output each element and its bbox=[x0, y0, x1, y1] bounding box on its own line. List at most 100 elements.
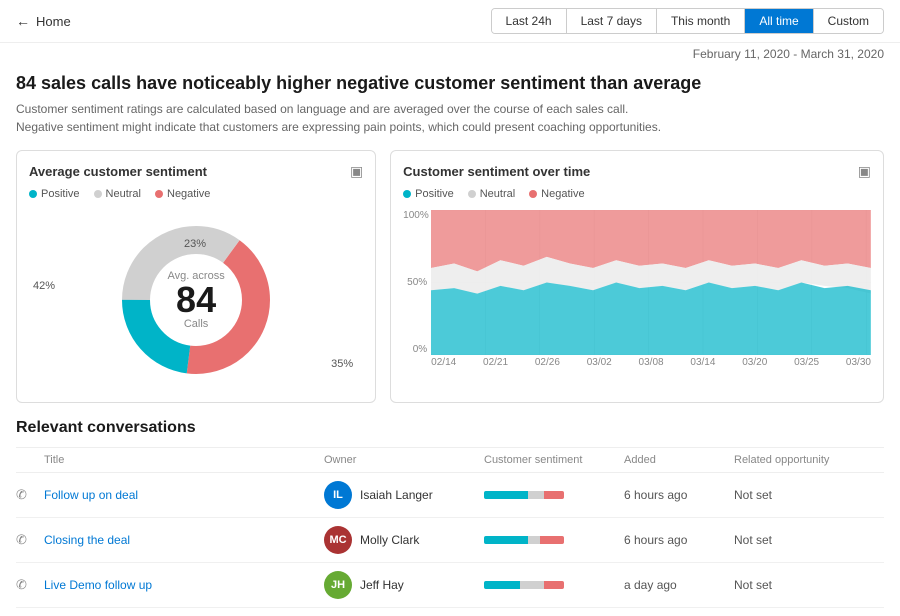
table-row[interactable]: ✆ Live Demo follow up JH Jeff Hay a day … bbox=[16, 563, 884, 608]
col-added-header: Added bbox=[624, 454, 734, 466]
donut-title-row: Average customer sentiment ▣ bbox=[29, 163, 363, 180]
sentiment-negative bbox=[540, 536, 564, 544]
row-added: 6 hours ago bbox=[624, 488, 734, 502]
area-legend-negative-label: Negative bbox=[541, 188, 584, 200]
legend-negative: Negative bbox=[155, 188, 210, 200]
subtitle-line1: Customer sentiment ratings are calculate… bbox=[16, 100, 884, 118]
negative-dot bbox=[155, 190, 163, 198]
area-legend-positive-label: Positive bbox=[415, 188, 454, 200]
time-filter-alltime[interactable]: All time bbox=[745, 9, 813, 33]
table-header: Title Owner Customer sentiment Added Rel… bbox=[16, 448, 884, 473]
subtitle: Customer sentiment ratings are calculate… bbox=[16, 100, 884, 136]
conversations-section: Relevant conversations Title Owner Custo… bbox=[16, 419, 884, 608]
sentiment-neutral bbox=[528, 536, 540, 544]
sentiment-neutral bbox=[520, 581, 544, 589]
x-label: 03/30 bbox=[846, 357, 871, 368]
time-filter-custom[interactable]: Custom bbox=[814, 9, 883, 33]
subtitle-line2: Negative sentiment might indicate that c… bbox=[16, 118, 884, 136]
sentiment-bar bbox=[484, 491, 564, 499]
donut-container: Avg. across 84 Calls 23% 35% 42% bbox=[29, 210, 363, 390]
phone-icon: ✆ bbox=[16, 577, 44, 593]
conversations-title: Relevant conversations bbox=[16, 419, 884, 437]
avatar: IL bbox=[324, 481, 352, 509]
col-icon-header bbox=[16, 454, 44, 466]
time-filter-last24h[interactable]: Last 24h bbox=[492, 9, 567, 33]
sentiment-bar bbox=[484, 536, 564, 544]
page-title: 84 sales calls have noticeably higher ne… bbox=[16, 73, 884, 94]
y-100: 100% bbox=[403, 210, 427, 221]
table-body: ✆ Follow up on deal IL Isaiah Langer 6 h… bbox=[16, 473, 884, 608]
area-legend-neutral: Neutral bbox=[468, 188, 515, 200]
x-label: 03/14 bbox=[690, 357, 715, 368]
area-chart-title: Customer sentiment over time bbox=[403, 164, 590, 179]
back-arrow-icon: ← bbox=[16, 13, 30, 29]
row-opportunity: Not set bbox=[734, 533, 884, 547]
area-legend: Positive Neutral Negative bbox=[403, 188, 871, 200]
area-chart-wrapper: 100% 50% 0% bbox=[403, 210, 871, 355]
positive-dot bbox=[29, 190, 37, 198]
donut-chart-card: Average customer sentiment ▣ Positive Ne… bbox=[16, 150, 376, 403]
row-title[interactable]: Closing the deal bbox=[44, 533, 324, 547]
col-title-header: Title bbox=[44, 454, 324, 466]
row-title[interactable]: Live Demo follow up bbox=[44, 578, 324, 592]
y-axis: 100% 50% 0% bbox=[403, 210, 431, 355]
sentiment-negative bbox=[544, 491, 564, 499]
date-range: February 11, 2020 - March 31, 2020 bbox=[0, 43, 900, 65]
time-filter-last7days[interactable]: Last 7 days bbox=[567, 9, 657, 33]
x-label: 03/08 bbox=[639, 357, 664, 368]
row-owner: IL Isaiah Langer bbox=[324, 481, 484, 509]
sentiment-bar-cell bbox=[484, 581, 624, 589]
row-owner: JH Jeff Hay bbox=[324, 571, 484, 599]
time-filter-group: Last 24hLast 7 daysThis monthAll timeCus… bbox=[491, 8, 884, 34]
area-legend-neutral-label: Neutral bbox=[480, 188, 515, 200]
x-axis-labels: 02/1402/2102/2603/0203/0803/1403/2003/25… bbox=[403, 355, 871, 368]
area-legend-positive: Positive bbox=[403, 188, 454, 200]
time-filter-thismonth[interactable]: This month bbox=[657, 9, 745, 33]
phone-icon: ✆ bbox=[16, 532, 44, 548]
area-legend-negative: Negative bbox=[529, 188, 584, 200]
legend-positive: Positive bbox=[29, 188, 80, 200]
charts-row: Average customer sentiment ▣ Positive Ne… bbox=[16, 150, 884, 403]
area-svg bbox=[431, 210, 871, 355]
row-opportunity: Not set bbox=[734, 488, 884, 502]
x-label: 02/21 bbox=[483, 357, 508, 368]
neutral-dot bbox=[94, 190, 102, 198]
area-neutral-dot bbox=[468, 190, 476, 198]
sentiment-positive bbox=[484, 536, 528, 544]
y-50: 50% bbox=[403, 277, 427, 288]
x-label: 02/26 bbox=[535, 357, 560, 368]
area-positive-dot bbox=[403, 190, 411, 198]
col-owner-header: Owner bbox=[324, 454, 484, 466]
y-0: 0% bbox=[403, 344, 427, 355]
area-title-row: Customer sentiment over time ▣ bbox=[403, 163, 871, 180]
phone-icon: ✆ bbox=[16, 487, 44, 503]
legend-neutral: Neutral bbox=[94, 188, 141, 200]
sentiment-bar-cell bbox=[484, 491, 624, 499]
row-title[interactable]: Follow up on deal bbox=[44, 488, 324, 502]
pct-negative: 42% bbox=[33, 280, 55, 292]
row-owner: MC Molly Clark bbox=[324, 526, 484, 554]
area-negative-dot bbox=[529, 190, 537, 198]
x-label: 03/25 bbox=[794, 357, 819, 368]
back-link[interactable]: ← Home bbox=[16, 13, 71, 29]
legend-positive-label: Positive bbox=[41, 188, 80, 200]
main-content: 84 sales calls have noticeably higher ne… bbox=[0, 65, 900, 616]
donut-svg bbox=[106, 210, 286, 390]
header: ← Home Last 24hLast 7 daysThis monthAll … bbox=[0, 0, 900, 43]
x-label: 03/20 bbox=[742, 357, 767, 368]
pct-neutral: 35% bbox=[331, 358, 353, 370]
sentiment-positive bbox=[484, 491, 528, 499]
sentiment-bar bbox=[484, 581, 564, 589]
x-label: 03/02 bbox=[587, 357, 612, 368]
donut-chart-title: Average customer sentiment bbox=[29, 164, 207, 179]
area-export-icon[interactable]: ▣ bbox=[858, 163, 871, 180]
row-opportunity: Not set bbox=[734, 578, 884, 592]
sentiment-negative bbox=[544, 581, 564, 589]
area-chart-card: Customer sentiment over time ▣ Positive … bbox=[390, 150, 884, 403]
table-row[interactable]: ✆ Closing the deal MC Molly Clark 6 hour… bbox=[16, 518, 884, 563]
sentiment-positive bbox=[484, 581, 520, 589]
area-svg-container bbox=[431, 210, 871, 355]
table-row[interactable]: ✆ Follow up on deal IL Isaiah Langer 6 h… bbox=[16, 473, 884, 518]
sentiment-neutral bbox=[528, 491, 544, 499]
donut-export-icon[interactable]: ▣ bbox=[350, 163, 363, 180]
